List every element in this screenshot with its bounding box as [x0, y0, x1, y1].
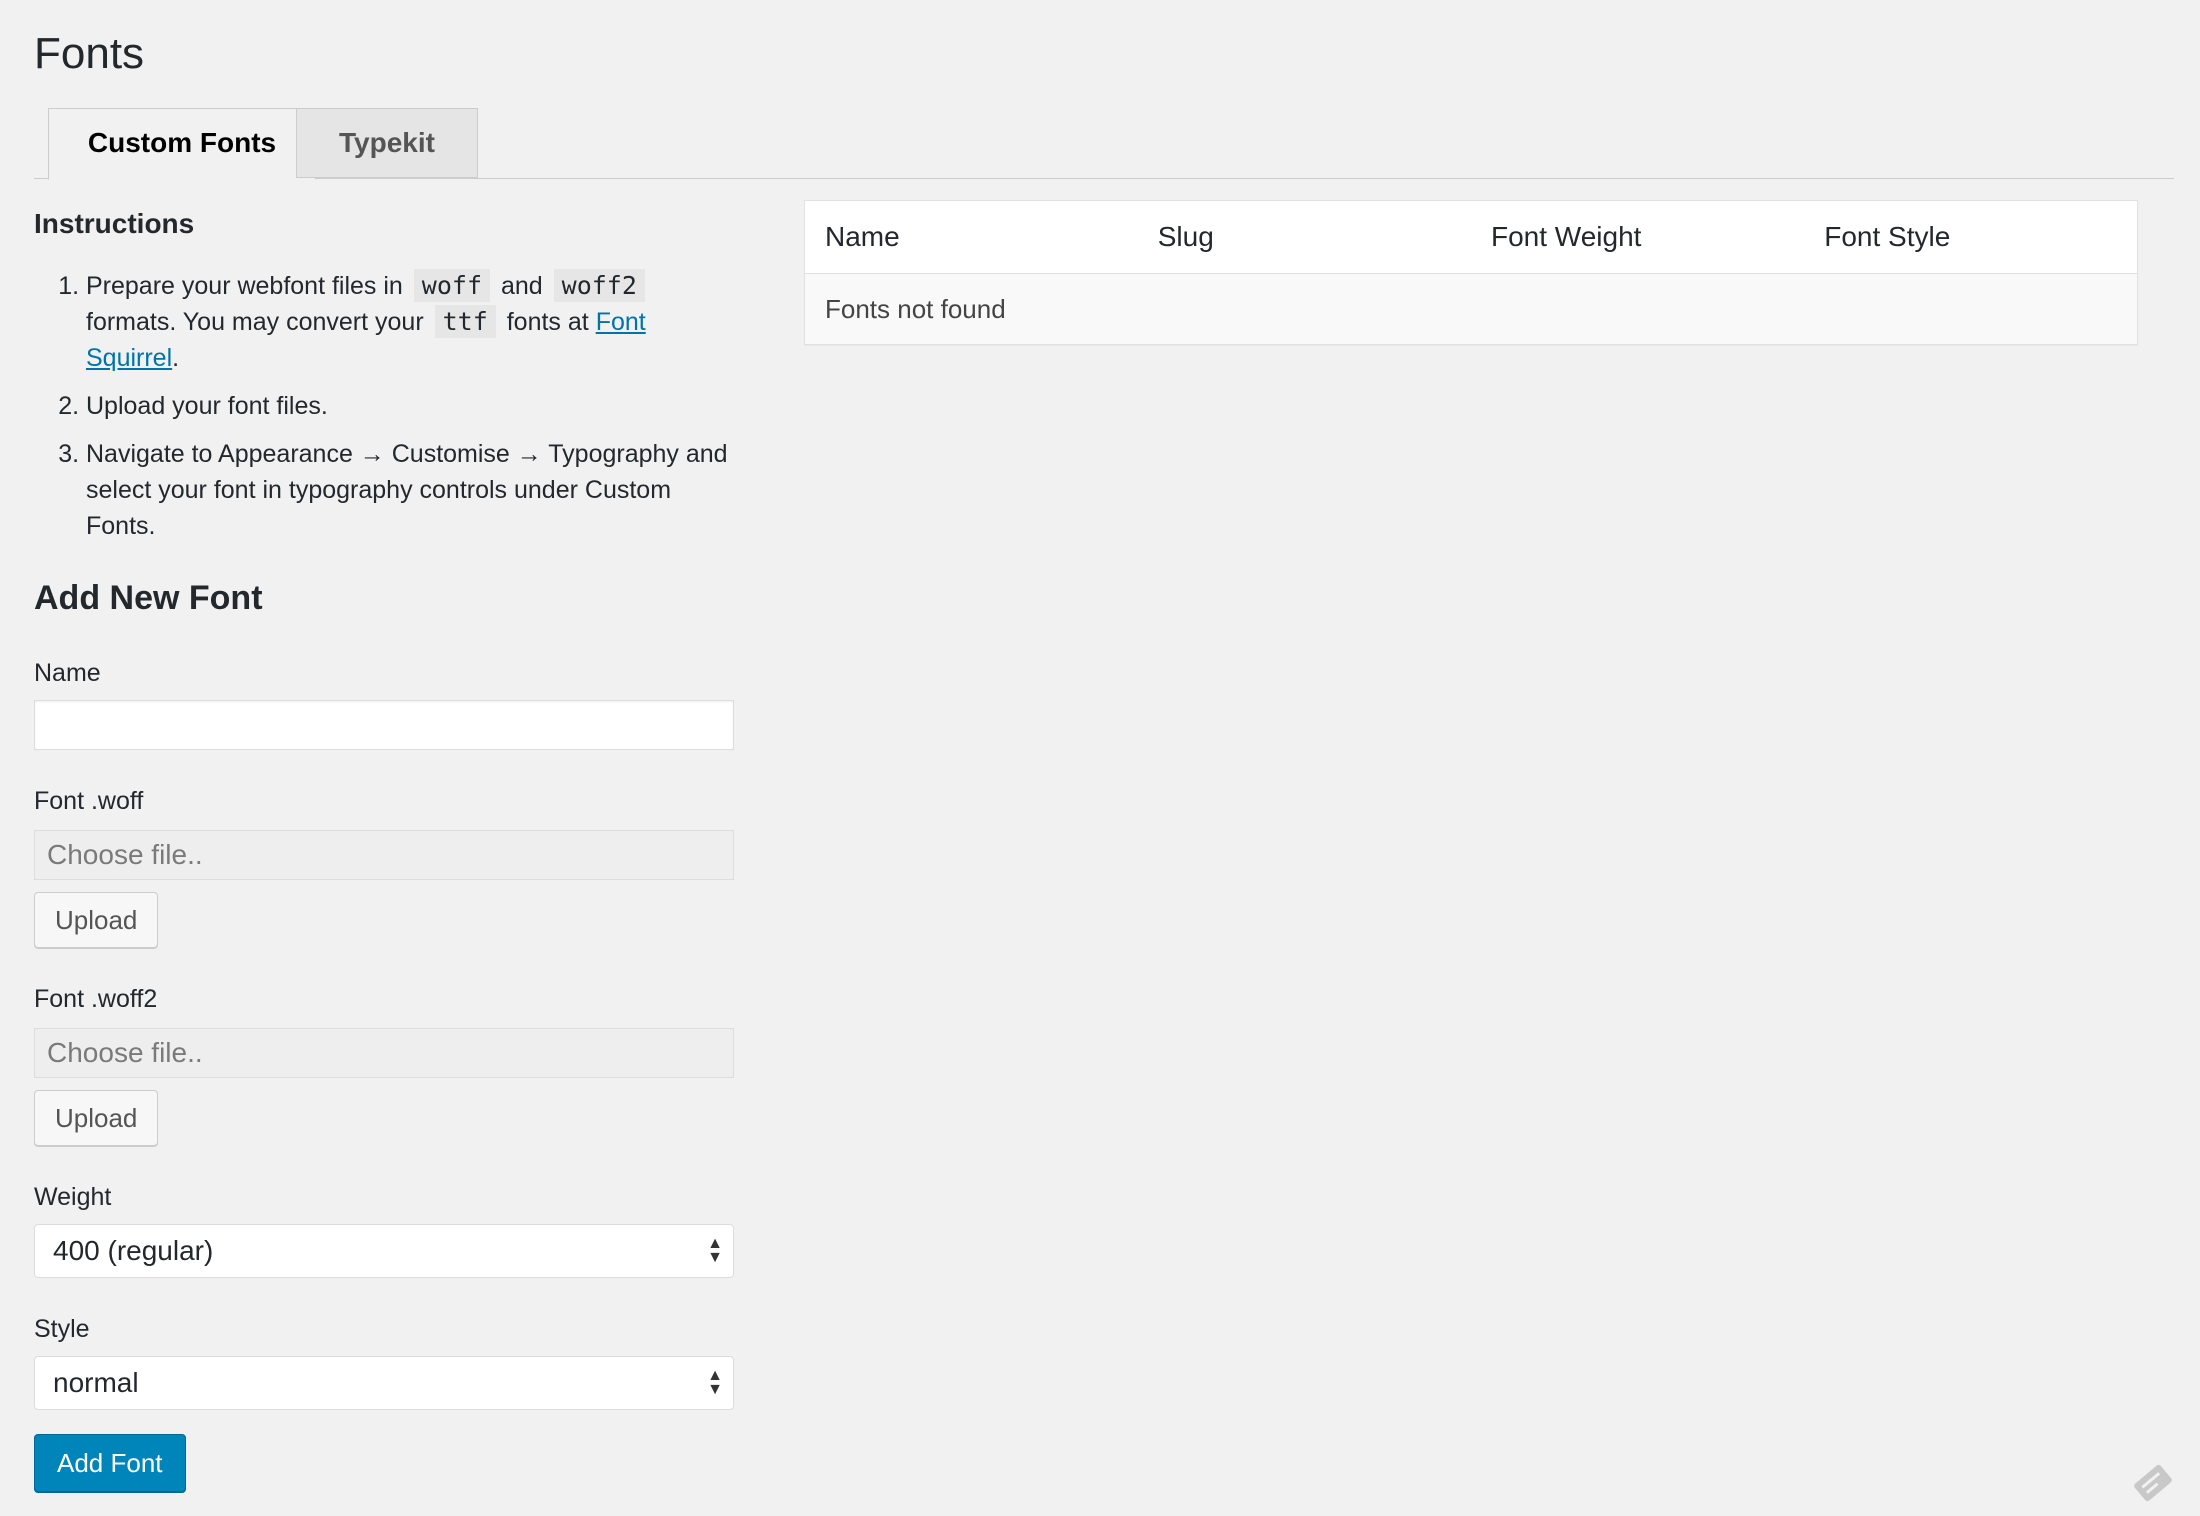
select-arrows-icon: ▲ ▼	[707, 1235, 723, 1266]
column-header-font-style[interactable]: Font Style	[1804, 200, 2138, 274]
weight-select-value: 400 (regular)	[53, 1235, 214, 1266]
name-input[interactable]	[34, 700, 734, 750]
tab-bar: Custom Fonts Typekit	[34, 108, 2174, 180]
table-row: Fonts not found	[804, 273, 2138, 345]
instruction-step-1: Prepare your webfont files in woff and w…	[86, 268, 736, 376]
weight-label: Weight	[34, 1183, 112, 1211]
style-label: Style	[34, 1315, 90, 1343]
column-header-font-weight[interactable]: Font Weight	[1471, 200, 1805, 274]
empty-message: Fonts not found	[804, 273, 2138, 345]
code-woff2: woff2	[553, 269, 645, 302]
table-header-row: Name Slug Font Weight Font Style	[804, 200, 2138, 274]
tab-custom-fonts[interactable]: Custom Fonts	[48, 108, 316, 180]
fonts-table: Name Slug Font Weight Font Style Fonts n…	[804, 200, 2138, 345]
instruction-step-2: Upload your font files.	[86, 388, 736, 424]
name-label: Name	[34, 659, 101, 687]
left-column: Instructions Prepare your webfont files …	[34, 200, 736, 1492]
upload-woff-button[interactable]: Upload	[34, 892, 159, 948]
column-header-name[interactable]: Name	[804, 200, 1138, 274]
column-header-slug[interactable]: Slug	[1137, 200, 1471, 274]
font-woff-label: Font .woff	[34, 787, 144, 815]
add-font-button[interactable]: Add Font	[34, 1434, 186, 1492]
instructions-list: Prepare your webfont files in woff and w…	[34, 268, 736, 544]
style-select[interactable]: normal ▲ ▼	[34, 1356, 734, 1410]
code-ttf: ttf	[434, 305, 496, 338]
font-woff2-file-input[interactable]: Choose file..	[34, 1028, 734, 1078]
add-new-font-title: Add New Font	[34, 579, 263, 617]
page-title: Fonts	[34, 29, 145, 78]
style-select-value: normal	[53, 1367, 139, 1398]
upload-woff2-button[interactable]: Upload	[34, 1090, 159, 1146]
code-woff: woff	[413, 269, 491, 302]
feedback-icon[interactable]	[2128, 1458, 2178, 1508]
font-woff-file-input[interactable]: Choose file..	[34, 830, 734, 880]
select-arrows-icon: ▲ ▼	[707, 1367, 723, 1398]
instructions-title: Instructions	[34, 208, 195, 239]
tab-typekit[interactable]: Typekit	[296, 108, 478, 178]
font-woff2-label: Font .woff2	[34, 985, 158, 1013]
weight-select[interactable]: 400 (regular) ▲ ▼	[34, 1224, 734, 1278]
instruction-step-3: Navigate to Appearance → Customise → Typ…	[86, 436, 736, 544]
